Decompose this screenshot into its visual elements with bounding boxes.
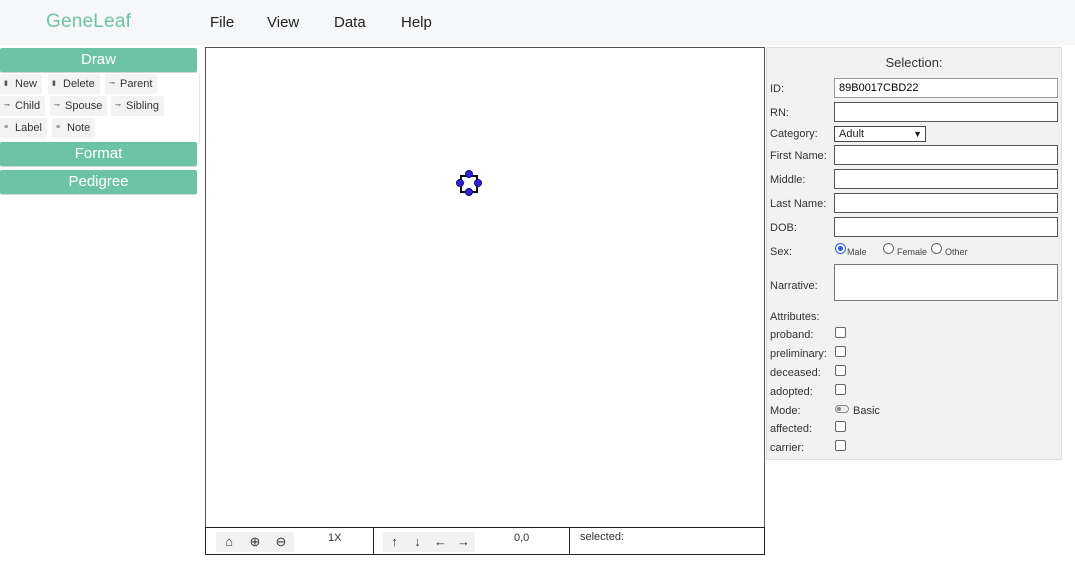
sibling-label: Sibling xyxy=(126,100,160,112)
arrow-left-icon[interactable]: ← xyxy=(429,532,452,552)
delete-label: Delete xyxy=(63,78,95,90)
category-select[interactable]: Adult ▼ xyxy=(834,126,926,142)
zoom-out-icon[interactable]: ⊖ xyxy=(268,532,294,552)
lines-icon: ≡ xyxy=(4,124,9,132)
selection-panel: Selection: ID: RN: Category: Adult ▼ Fir… xyxy=(766,47,1062,460)
adopted-checkbox[interactable] xyxy=(835,384,846,395)
coordinates-readout: 0,0 xyxy=(514,532,530,544)
child-button[interactable]: ⊸ Child xyxy=(0,96,46,116)
pan-group: ↑ ↓ ← → 0,0 xyxy=(373,528,570,554)
note-label: Note xyxy=(67,122,91,134)
adopted-label: adopted: xyxy=(770,386,813,398)
id-field[interactable] xyxy=(834,78,1058,98)
proband-label: proband: xyxy=(770,329,814,341)
preliminary-label: preliminary: xyxy=(770,348,827,360)
mode-value: Basic xyxy=(853,405,880,417)
link-icon: ⊸ xyxy=(115,102,121,110)
carrier-checkbox[interactable] xyxy=(835,440,846,451)
new-button[interactable]: ▮ New xyxy=(0,74,43,94)
menu-file[interactable]: File xyxy=(210,14,234,31)
format-section-button[interactable]: Format xyxy=(0,142,197,166)
proband-checkbox[interactable] xyxy=(835,327,846,338)
mode-label: Mode: xyxy=(770,405,801,417)
affected-checkbox[interactable] xyxy=(835,421,846,432)
arrow-right-icon[interactable]: → xyxy=(452,532,475,552)
node-handle-bottom[interactable] xyxy=(465,188,473,196)
pedigree-section-button[interactable]: Pedigree xyxy=(0,170,197,194)
sex-female-radio[interactable] xyxy=(883,243,894,254)
lines-icon: ≡ xyxy=(56,124,61,132)
sex-male-radio[interactable] xyxy=(835,243,846,254)
draw-section-button[interactable]: Draw xyxy=(0,48,197,72)
chevron-down-icon: ▼ xyxy=(913,129,922,139)
mode-toggle[interactable] xyxy=(835,405,849,413)
child-label: Child xyxy=(15,100,41,112)
zoom-in-icon[interactable]: ⊕ xyxy=(242,532,268,552)
deceased-label: deceased: xyxy=(770,367,821,379)
sex-female-label: Female xyxy=(897,247,928,257)
note-button[interactable]: ≡ Note xyxy=(52,118,96,138)
affected-label: affected: xyxy=(770,423,812,435)
parent-button[interactable]: ⊸ Parent xyxy=(105,74,158,94)
sex-other-radio[interactable] xyxy=(931,243,942,254)
pedigree-canvas[interactable] xyxy=(205,47,765,528)
spouse-label: Spouse xyxy=(65,100,103,112)
sex-male-label: Male xyxy=(847,247,867,257)
menu-help[interactable]: Help xyxy=(401,14,432,31)
link-icon: ⊸ xyxy=(4,102,10,110)
spouse-button[interactable]: ⊸ Spouse xyxy=(50,96,108,116)
preliminary-checkbox[interactable] xyxy=(835,346,846,357)
sibling-button[interactable]: ⊸ Sibling xyxy=(111,96,165,116)
menu-view[interactable]: View xyxy=(267,14,299,31)
last-name-label: Last Name: xyxy=(770,198,827,210)
home-icon[interactable]: ⌂ xyxy=(216,532,242,552)
node-handle-left[interactable] xyxy=(456,179,464,187)
sex-label: Sex: xyxy=(770,246,793,258)
zoom-level: 1X xyxy=(328,532,342,544)
arrow-down-icon[interactable]: ↓ xyxy=(406,532,429,552)
rn-field[interactable] xyxy=(834,102,1058,122)
delete-button[interactable]: ▮ Delete xyxy=(48,74,100,94)
id-label: ID: xyxy=(770,83,785,95)
link-icon: ⊸ xyxy=(54,102,60,110)
parent-label: Parent xyxy=(120,78,153,90)
arrow-up-icon[interactable]: ↑ xyxy=(383,532,406,552)
file-icon: ▮ xyxy=(4,80,8,88)
zoom-group: ⌂ ⊕ ⊖ 1X xyxy=(206,528,374,554)
dob-label: DOB: xyxy=(770,222,797,234)
dob-field[interactable] xyxy=(834,217,1058,237)
narrative-label: Narrative: xyxy=(770,280,818,292)
first-name-label: First Name: xyxy=(770,150,827,162)
rn-label: RN: xyxy=(770,107,789,119)
last-name-field[interactable] xyxy=(834,193,1058,213)
sex-other-label: Other xyxy=(945,247,968,257)
draw-tools: ▮ New ▮ Delete ⊸ Parent ⊸ Child ⊸ Spouse ⊸ Sib… xyxy=(0,73,200,144)
label-button[interactable]: ≡ Label xyxy=(0,118,47,138)
label-label: Label xyxy=(15,122,42,134)
selection-title: Selection: xyxy=(885,55,943,70)
new-label: New xyxy=(15,78,38,90)
menu-data[interactable]: Data xyxy=(334,14,366,31)
selected-readout: selected: xyxy=(580,531,625,543)
attributes-heading: Attributes: xyxy=(770,311,820,323)
deceased-checkbox[interactable] xyxy=(835,365,846,376)
middle-name-label: Middle: xyxy=(770,174,806,186)
canvas-toolbar: ⌂ ⊕ ⊖ 1X ↑ ↓ ← → 0,0 selected: xyxy=(205,527,765,555)
category-value: Adult xyxy=(839,128,865,140)
node-handle-right[interactable] xyxy=(474,179,482,187)
node-handle-top[interactable] xyxy=(465,170,473,178)
first-name-field[interactable] xyxy=(834,145,1058,165)
narrative-textarea[interactable] xyxy=(834,264,1058,301)
top-bar: GeneLeaf File View Data Help xyxy=(0,0,1075,45)
trash-icon: ▮ xyxy=(52,80,56,88)
middle-name-field[interactable] xyxy=(834,169,1058,189)
category-label: Category: xyxy=(770,128,818,140)
carrier-label: carrier: xyxy=(770,442,805,454)
app-logo: GeneLeaf xyxy=(46,11,132,32)
link-icon: ⊸ xyxy=(109,80,115,88)
